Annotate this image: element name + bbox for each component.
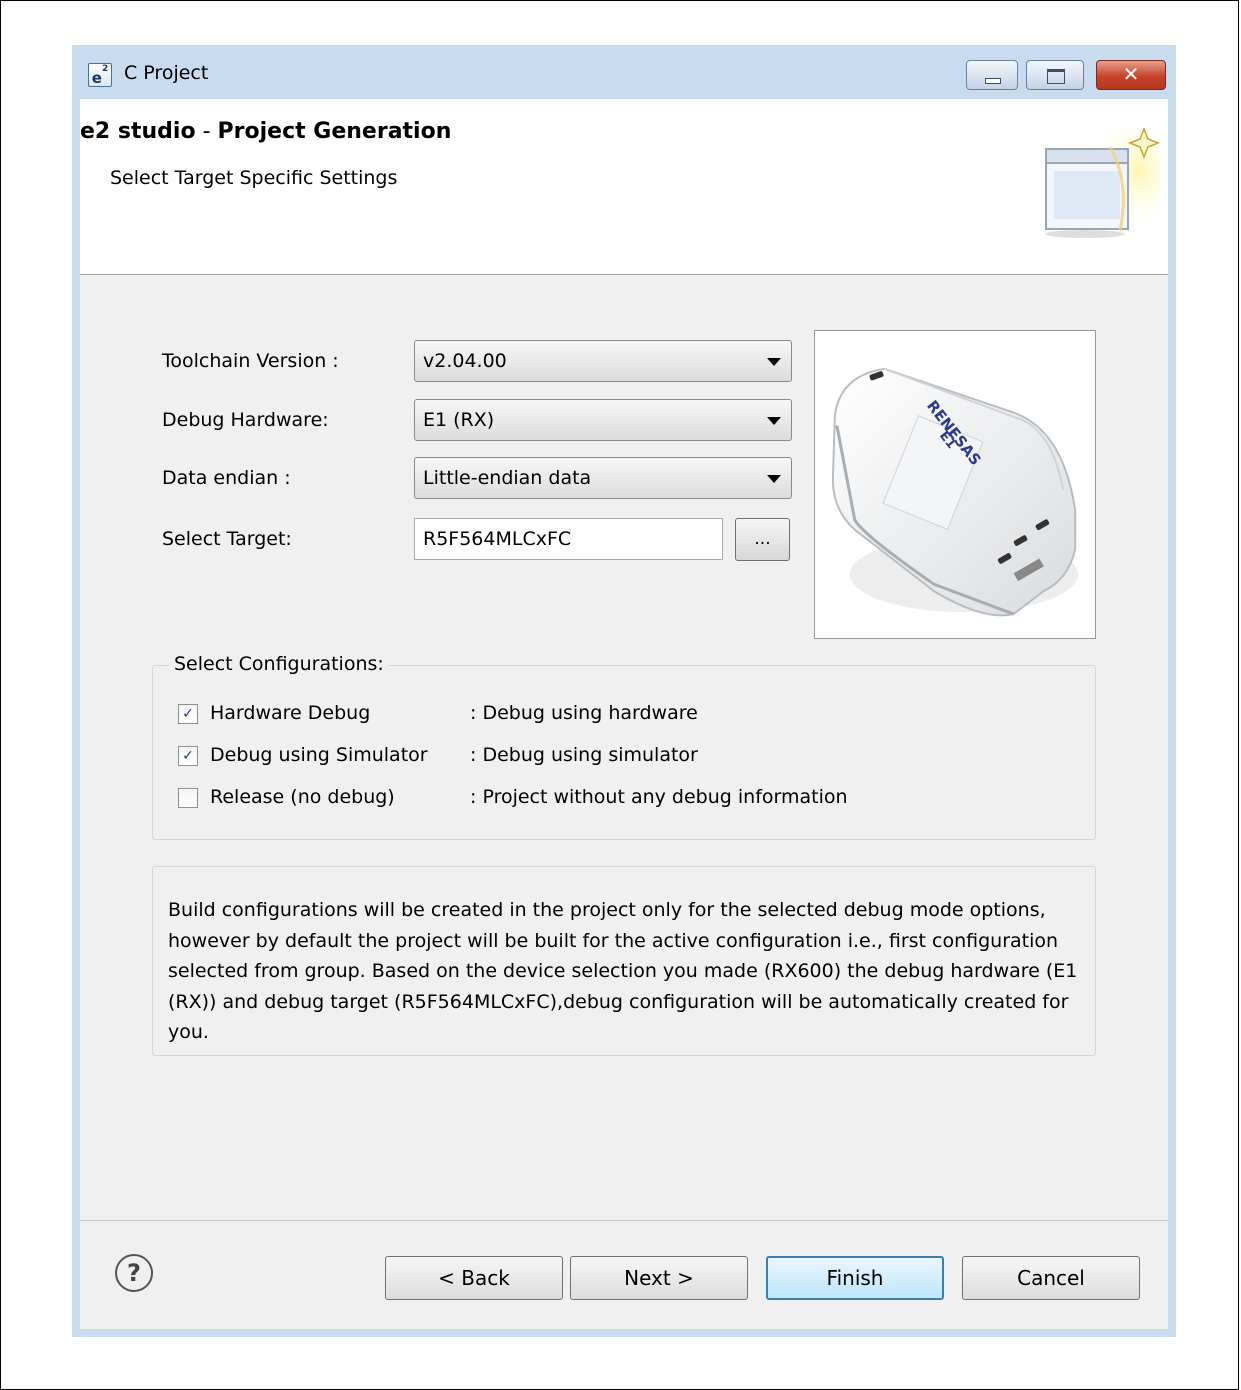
config-description: : Debug using hardware (470, 702, 698, 724)
close-button[interactable]: ✕ (1096, 60, 1166, 90)
page-title: e2 studio - Project Generation (80, 119, 452, 144)
window-title: C Project (124, 62, 209, 84)
close-icon: ✕ (1122, 62, 1140, 86)
cancel-button[interactable]: Cancel (962, 1256, 1140, 1300)
back-button[interactable]: < Back (385, 1256, 563, 1300)
minimize-button[interactable] (966, 60, 1018, 90)
debugger-device-image: RENESAS E1 (814, 330, 1096, 639)
config-description: : Project without any debug information (470, 786, 848, 808)
info-box: Build configurations will be created in … (152, 866, 1096, 1056)
debug-hardware-select[interactable]: E1 (RX) (414, 399, 792, 441)
config-description: : Debug using simulator (470, 744, 698, 766)
page-subtitle: Select Target Specific Settings (110, 167, 398, 189)
content-area: Toolchain Version : v2.04.00 Debug Hardw… (80, 275, 1168, 1220)
button-bar: ? < Back Next > Finish Cancel (80, 1220, 1168, 1329)
maximize-icon (1047, 69, 1065, 84)
data-endian-label: Data endian : (162, 467, 291, 489)
config-row-hardware-debug[interactable]: ✓ Hardware Debug : Debug using hardware (178, 702, 1098, 730)
config-row-simulator-debug[interactable]: ✓ Debug using Simulator : Debug using si… (178, 744, 1098, 772)
wizard-header: e2 studio - Project Generation Select Ta… (80, 99, 1168, 275)
finish-button[interactable]: Finish (766, 1256, 944, 1300)
config-label: Debug using Simulator (210, 744, 428, 766)
data-endian-value: Little-endian data (423, 467, 592, 489)
config-label: Hardware Debug (210, 702, 371, 724)
hardware-debug-checkbox[interactable]: ✓ (178, 704, 198, 724)
release-checkbox[interactable] (178, 788, 198, 808)
data-endian-select[interactable]: Little-endian data (414, 457, 792, 499)
simulator-debug-checkbox[interactable]: ✓ (178, 746, 198, 766)
e2-studio-app-icon: e2 (88, 63, 112, 87)
dialog-window: e2 C Project ✕ e2 studio - Project Gener… (72, 45, 1176, 1337)
dropdown-arrow-icon (767, 417, 781, 425)
config-row-release[interactable]: Release (no debug) : Project without any… (178, 786, 1098, 814)
select-target-input[interactable]: R5F564MLCxFC (414, 518, 723, 560)
debug-hardware-value: E1 (RX) (423, 409, 495, 431)
select-target-value: R5F564MLCxFC (423, 528, 572, 550)
select-target-label: Select Target: (162, 528, 292, 550)
title-bar[interactable]: e2 C Project ✕ (72, 45, 1176, 99)
next-button[interactable]: Next > (570, 1256, 748, 1300)
toolchain-version-label: Toolchain Version : (162, 350, 339, 372)
minimize-icon (985, 78, 1001, 84)
e1-emulator-picture: RENESAS E1 (831, 367, 1079, 617)
dropdown-arrow-icon (767, 475, 781, 483)
configurations-group-title: Select Configurations: (169, 653, 389, 675)
maximize-button[interactable] (1026, 60, 1084, 90)
info-text: Build configurations will be created in … (168, 899, 1078, 1043)
debug-hardware-label: Debug Hardware: (162, 409, 329, 431)
browse-target-button[interactable]: ... (735, 518, 790, 561)
toolchain-version-value: v2.04.00 (423, 350, 507, 372)
wizard-banner-icon (1045, 126, 1160, 238)
toolchain-version-select[interactable]: v2.04.00 (414, 340, 792, 382)
help-icon[interactable]: ? (115, 1254, 153, 1292)
dropdown-arrow-icon (767, 358, 781, 366)
config-label: Release (no debug) (210, 786, 395, 808)
